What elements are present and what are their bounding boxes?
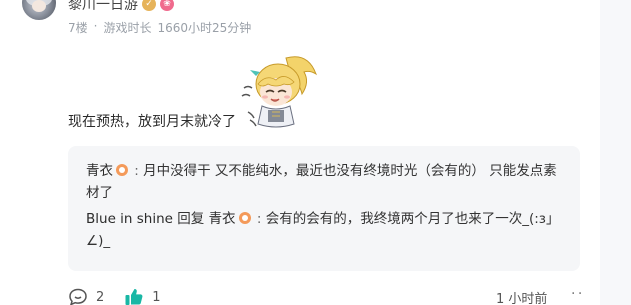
username[interactable]: 黎川一日游 (68, 0, 138, 14)
reply-item: 青衣 : 月中没得干 又不能纯水，最近也没有终境时光（会有的） 只能发点素材了 (86, 160, 564, 204)
comment-button[interactable]: 2 (68, 288, 104, 305)
right-gutter (600, 0, 631, 305)
reply-target[interactable]: 青衣 (209, 211, 236, 227)
meta-separator: · (93, 19, 98, 33)
floor-number: 7楼 (68, 21, 88, 35)
achievement-badge-icon: ❀ (160, 0, 174, 11)
reply-author[interactable]: Blue in shine (86, 211, 173, 227)
thumbs-up-icon (125, 289, 143, 305)
more-options-icon[interactable]: · · (571, 286, 582, 302)
author-badge-icon (116, 164, 128, 176)
user-avatar[interactable] (22, 0, 56, 20)
target-badge-icon (238, 212, 251, 224)
timestamp: 1 小时前 (496, 292, 548, 305)
play-time-value: 1660小时25分钟 (157, 21, 252, 35)
comment-meta: 7楼 · 游戏时长 1660小时25分钟 (68, 19, 251, 36)
reply-item: Blue in shine 回复 青衣 : 会有的会有的，我终境两个月了也来了一… (86, 208, 564, 252)
level-badge-icon: ✓ (142, 0, 156, 11)
play-time-label: 游戏时长 (103, 21, 152, 35)
comment-actions: 2 1 1 小时前 · · (68, 286, 588, 305)
reply-text: 月中没得干 又不能纯水，最近也没有终境时光（会有的） 只能发点素材了 (86, 163, 557, 201)
reply-colon: : (130, 163, 144, 179)
avatar-face (32, 0, 46, 12)
like-count: 1 (152, 289, 161, 305)
sticker-image (238, 50, 320, 132)
comment-icon (69, 288, 87, 305)
comment-text: 现在预热，放到月末就冷了 (68, 114, 236, 130)
reply-author[interactable]: 青衣 (86, 163, 113, 179)
reply-word: 回复 (172, 211, 209, 227)
reply-colon: : (252, 211, 266, 227)
username-row: 黎川一日游 ✓ ❀ (68, 0, 174, 14)
replies-container: 青衣 : 月中没得干 又不能纯水，最近也没有终境时光（会有的） 只能发点素材了 … (68, 146, 580, 271)
comment-count: 2 (96, 289, 105, 305)
like-button[interactable]: 1 (124, 288, 161, 305)
